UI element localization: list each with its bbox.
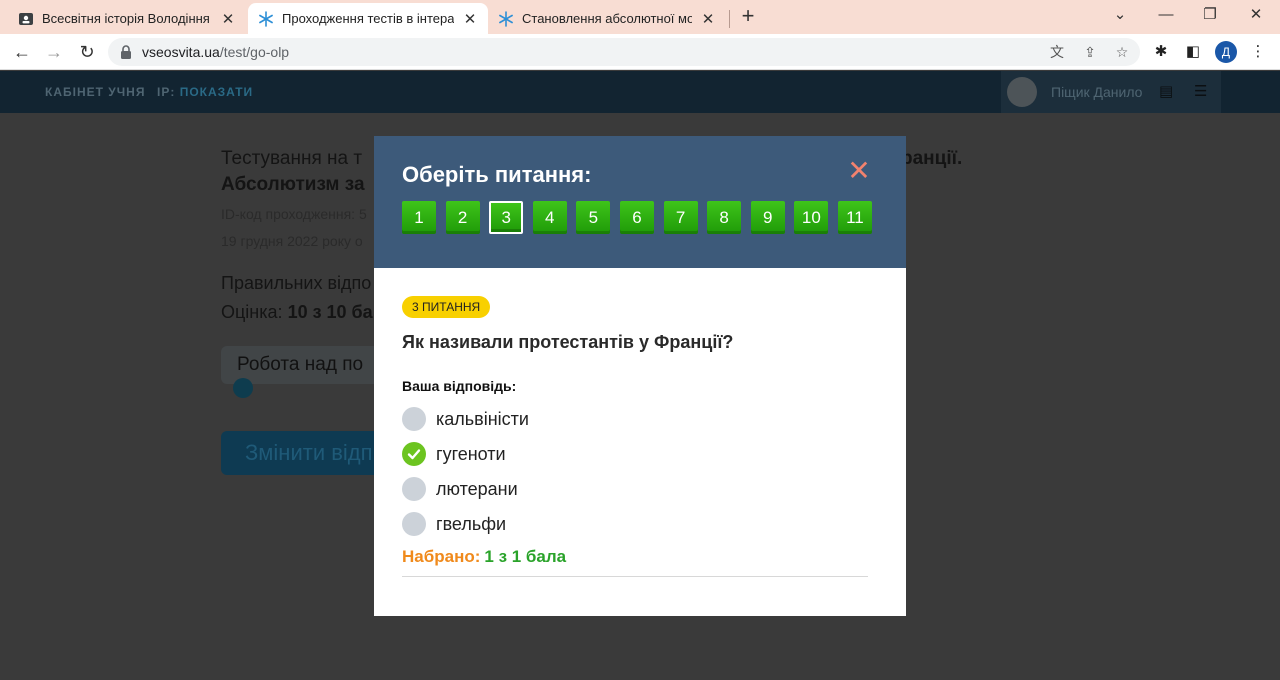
- question-button-6[interactable]: 6: [619, 201, 654, 234]
- grade-label: Оцінка:: [221, 302, 283, 322]
- correct-answers-text: Правильних відпо: [221, 273, 372, 293]
- minimize-icon[interactable]: —: [1146, 4, 1186, 28]
- hamburger-menu-icon[interactable]: ☰: [1194, 82, 1207, 100]
- question-button-5[interactable]: 5: [576, 201, 611, 234]
- ip-label: IP:: [157, 85, 176, 99]
- user-box[interactable]: Піщик Данило ▤ ☰: [1001, 71, 1221, 113]
- close-window-icon[interactable]: ✕: [1236, 4, 1276, 28]
- checkmark-icon: [402, 442, 426, 466]
- reload-icon[interactable]: ↻: [75, 40, 99, 64]
- browser-toolbar: ← → ↻ vseosvita.ua/test/go-olp ⽂ ⇪ ☆ ✱ ◧…: [0, 34, 1280, 70]
- tab-world-history[interactable]: Всесвітня історія Володіння Габ ✕: [8, 3, 246, 34]
- work-on-mistakes-label: Робота над по: [237, 354, 364, 375]
- forward-arrow-icon[interactable]: →: [42, 40, 66, 64]
- change-answer-label: Змінити відп: [245, 440, 373, 465]
- answer-label: Ваша відповідь:: [402, 378, 517, 394]
- test-title-end: ранції.: [901, 148, 963, 169]
- question-button-8[interactable]: 8: [707, 201, 742, 234]
- answer-option-label: кальвіністи: [436, 408, 529, 429]
- question-number-list: 1 2 3 4 5 6 7 8 9 10 11: [402, 201, 882, 234]
- translate-icon[interactable]: ⽂: [1048, 43, 1066, 61]
- kebab-menu-icon[interactable]: ⋮: [1248, 42, 1268, 62]
- question-modal: Оберіть питання: ✕ 1 2 3 4 5 6 7 8 9 10 …: [374, 136, 906, 616]
- url-text: vseosvita.ua/test/go-olp: [142, 44, 289, 60]
- radio-unchecked: [402, 512, 426, 536]
- question-button-9[interactable]: 9: [750, 201, 785, 234]
- radio-unchecked: [402, 407, 426, 431]
- question-text: Як називали протестантів у Франції?: [402, 332, 734, 352]
- modal-header: Оберіть питання: ✕ 1 2 3 4 5 6 7 8 9 10 …: [374, 136, 906, 268]
- score-text: Набрано: 1 з 1 бала: [402, 547, 566, 567]
- question-badge: 3 ПИТАННЯ: [402, 296, 491, 318]
- tab-close-icon[interactable]: ✕: [700, 10, 716, 28]
- tab-divider: [729, 10, 730, 28]
- site-header: КАБІНЕТ УЧНЯ IP: ПОКАЗАТИ Піщик Данило ▤…: [0, 71, 1280, 113]
- browser-tab-strip: Всесвітня історія Володіння Габ ✕ Проход…: [0, 0, 1280, 34]
- answer-option: лютерани: [402, 476, 518, 502]
- question-button-11[interactable]: 11: [837, 201, 872, 234]
- answer-option: гугеноти: [402, 441, 506, 467]
- url-host: vseosvita.ua: [142, 44, 220, 60]
- restore-window-icon[interactable]: ❐: [1190, 4, 1230, 28]
- user-avatar: [1007, 77, 1037, 107]
- answer-option-label: гугеноти: [436, 443, 506, 464]
- divider: [402, 576, 868, 577]
- lock-icon: [121, 45, 131, 59]
- tab-close-icon[interactable]: ✕: [462, 10, 478, 28]
- classroom-icon: [18, 11, 34, 27]
- tab-title: Проходження тестів в інтеракти: [282, 11, 454, 26]
- extensions-puzzle-icon[interactable]: ✱: [1151, 42, 1171, 62]
- question-button-2[interactable]: 2: [445, 201, 480, 234]
- answer-option: гвельфи: [402, 511, 506, 537]
- progress-dot: [233, 378, 253, 398]
- side-panel-icon[interactable]: ◧: [1183, 42, 1203, 62]
- grade-value: 10 з 10 ба: [287, 302, 373, 322]
- attempt-id: ID-код проходження: 5: [221, 206, 367, 222]
- tab-test-passing[interactable]: Проходження тестів в інтеракти ✕: [248, 3, 488, 34]
- question-button-10[interactable]: 10: [794, 201, 829, 234]
- address-bar[interactable]: vseosvita.ua/test/go-olp ⽂ ⇪ ☆: [108, 38, 1140, 66]
- answer-option: кальвіністи: [402, 406, 529, 432]
- tab-absolute-monarchy[interactable]: Становлення абсолютної монар ✕: [488, 3, 726, 34]
- tab-title: Всесвітня історія Володіння Габ: [42, 11, 212, 26]
- test-title-start: Тестування на т: [221, 148, 363, 169]
- close-icon[interactable]: ✕: [846, 157, 872, 185]
- grade-text: Оцінка: 10 з 10 ба: [221, 302, 373, 323]
- vseosvita-snowflake-icon: [498, 10, 514, 27]
- test-title-line2: Абсолютизм за: [221, 174, 365, 195]
- user-name: Піщик Данило: [1051, 84, 1143, 100]
- cabinet-link[interactable]: КАБІНЕТ УЧНЯ: [45, 85, 145, 99]
- ip-info: IP: ПОКАЗАТИ: [157, 85, 253, 99]
- chat-icon[interactable]: ▤: [1159, 82, 1173, 100]
- back-arrow-icon[interactable]: ←: [10, 40, 34, 64]
- score-label: Набрано:: [402, 547, 481, 566]
- vseosvita-snowflake-icon: [258, 10, 274, 27]
- radio-unchecked: [402, 477, 426, 501]
- modal-title: Оберіть питання:: [402, 162, 592, 187]
- question-button-1[interactable]: 1: [402, 201, 436, 234]
- new-tab-button[interactable]: +: [738, 5, 758, 28]
- question-button-4[interactable]: 4: [532, 201, 567, 234]
- attempt-date: 19 грудня 2022 року о: [221, 233, 363, 249]
- tab-search-chevron-icon[interactable]: ⌄: [1100, 4, 1140, 28]
- answer-option-label: лютерани: [436, 478, 518, 499]
- question-button-3[interactable]: 3: [489, 201, 524, 234]
- url-path: /test/go-olp: [219, 44, 290, 60]
- question-button-7[interactable]: 7: [663, 201, 698, 234]
- tab-title: Становлення абсолютної монар: [522, 11, 692, 26]
- answer-option-label: гвельфи: [436, 513, 507, 534]
- share-icon[interactable]: ⇪: [1081, 43, 1099, 61]
- tab-close-icon[interactable]: ✕: [220, 10, 236, 28]
- ip-show-link[interactable]: ПОКАЗАТИ: [180, 85, 254, 99]
- bookmark-star-icon[interactable]: ☆: [1113, 43, 1131, 61]
- profile-avatar[interactable]: Д: [1215, 41, 1237, 63]
- score-value: 1 з 1 бала: [484, 547, 567, 566]
